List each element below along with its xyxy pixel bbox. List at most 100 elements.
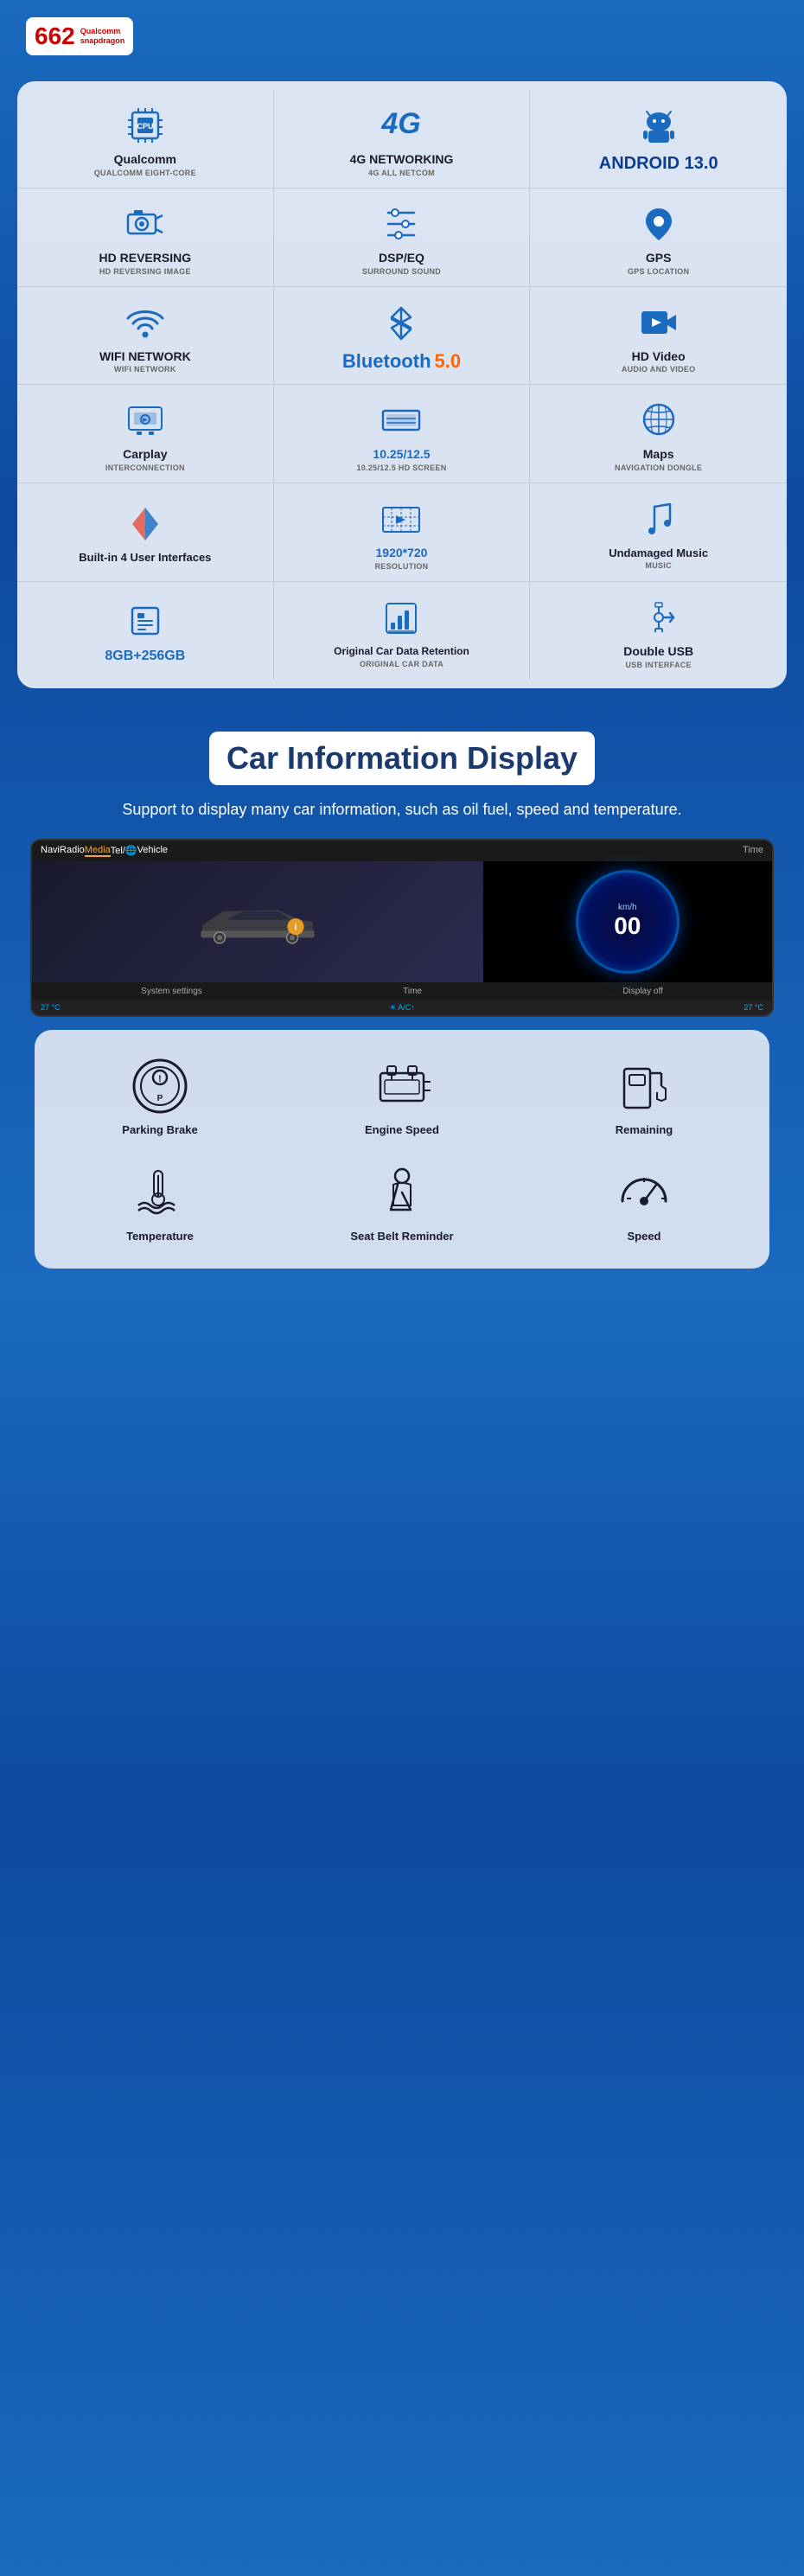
data-icon [375, 597, 427, 640]
car-icons-grid: ! P Parking Brake [43, 1047, 761, 1251]
engine-speed-label: Engine Speed [365, 1123, 439, 1136]
wifi-title: WIFI NETWORK [99, 349, 191, 364]
dashboard-mockup: Navi Radio Media Tel/🌐 Vehicle Time [30, 839, 774, 1017]
ac-status: ☀ A/C↑ [389, 1003, 415, 1013]
temperature-icon [130, 1162, 190, 1223]
maps-icon [633, 399, 685, 442]
hd-video-subtitle: AUDIO AND VIDEO [622, 365, 696, 374]
feature-hd-reversing: HD REVERSING HD REVERSING IMAGE [17, 189, 274, 287]
speed-label: Speed [627, 1230, 660, 1243]
svg-text:CPU: CPU [137, 122, 153, 131]
resolution-icon [375, 497, 427, 540]
feature-bluetooth: Bluetooth 5.0 [274, 287, 531, 386]
storage-title: 8GB+256GB [105, 648, 185, 664]
parking-brake-icon: ! P [130, 1056, 190, 1116]
nav-time: Time [743, 845, 763, 857]
features-card: CPU Qualcomm QUALCOMM EIGHT-CORE [17, 81, 787, 688]
usb-title: Double USB [623, 644, 693, 659]
resolution-subtitle: Resolution [374, 562, 428, 571]
car-icons-card: ! P Parking Brake [35, 1030, 769, 1269]
dashboard-controls: System settings Time Display off [32, 982, 772, 1000]
4g-icon: 4G [375, 104, 427, 147]
android-icon [633, 105, 685, 148]
temp-right: 27 °C [743, 1003, 763, 1013]
qualcomm-title: Qualcomm [114, 152, 176, 167]
dashboard-nav: Navi Radio Media Tel/🌐 Vehicle Time [32, 841, 772, 861]
hd-reversing-subtitle: HD REVERSING IMAGE [99, 267, 191, 276]
feature-dsp: DSP/EQ SURROUND SOUND [274, 189, 531, 287]
speed-icon [614, 1162, 674, 1223]
qualcomm-subtitle: QUALCOMM EIGHT-CORE [94, 169, 196, 177]
camera-icon [119, 202, 171, 246]
dashboard-media: i [32, 861, 483, 982]
feature-carplay: Carplay INTERCONNECTION [17, 385, 274, 483]
feature-screen: 10.25/12.5 10.25/12.5 HD SCREEN [274, 385, 531, 483]
music-icon [633, 498, 685, 541]
nav-tel: Tel/🌐 [111, 845, 137, 857]
svg-text:i: i [294, 922, 297, 932]
dsp-subtitle: SURROUND SOUND [362, 267, 441, 276]
remaining-cell: Remaining [527, 1047, 761, 1145]
carplay-subtitle: INTERCONNECTION [105, 463, 185, 472]
time-control[interactable]: Time [403, 987, 422, 996]
carplay-title: Carplay [123, 447, 167, 462]
nav-media: Media [85, 845, 111, 857]
dsp-title: DSP/EQ [379, 251, 424, 265]
feature-storage: 8GB+256GB [17, 582, 274, 680]
feature-android: ANDROID 13.0 [530, 90, 787, 189]
maps-subtitle: NAVIGATION DONGLE [615, 463, 702, 472]
android-title: ANDROID 13.0 [599, 153, 718, 174]
interfaces-title: Built-in 4 User Interfaces [79, 551, 211, 565]
qualcomm-badge: 662 Qualcomm snapdragon [26, 17, 133, 55]
feature-resolution: 1920*720 Resolution [274, 483, 531, 582]
remaining-icon [614, 1056, 674, 1116]
svg-text:!: ! [158, 1074, 162, 1084]
4g-title: 4G NETWORKING [350, 152, 454, 167]
temperature-cell: Temperature [43, 1154, 277, 1251]
usb-icon [633, 596, 685, 639]
feature-hd-video: HD Video AUDIO AND VIDEO [530, 287, 787, 386]
interfaces-icon [119, 502, 171, 546]
header: 662 Qualcomm snapdragon [0, 0, 804, 73]
screen-subtitle: 10.25/12.5 HD SCREEN [356, 463, 446, 472]
engine-speed-icon [372, 1056, 432, 1116]
storage-icon [119, 599, 171, 642]
svg-text:P: P [157, 1094, 163, 1103]
seat-belt-icon [372, 1162, 432, 1223]
car-data-title: Original Car Data Retention [334, 645, 469, 657]
parking-brake-label: Parking Brake [122, 1123, 197, 1136]
engine-speed-cell: Engine Speed [285, 1047, 519, 1145]
music-title: Undamaged Music [609, 547, 708, 560]
speedometer-circle: km/h 00 [576, 870, 680, 974]
seat-belt-label: Seat Belt Reminder [350, 1230, 453, 1243]
car-info-section: Car Information Display Support to displ… [0, 706, 804, 1290]
feature-qualcomm: CPU Qualcomm QUALCOMM EIGHT-CORE [17, 90, 274, 189]
system-settings[interactable]: System settings [141, 987, 202, 996]
gps-title: GPS [646, 251, 672, 265]
features-grid: CPU Qualcomm QUALCOMM EIGHT-CORE [17, 90, 787, 680]
wifi-subtitle: WIFI NETWORK [114, 365, 176, 374]
seat-belt-cell: Seat Belt Reminder [285, 1154, 519, 1251]
wifi-icon [119, 301, 171, 344]
parking-brake-cell: ! P Parking Brake [43, 1047, 277, 1145]
chip-number: 662 [35, 22, 75, 50]
temperature-label: Temperature [126, 1230, 194, 1243]
car-info-desc: Support to display many car information,… [17, 798, 787, 821]
music-subtitle: MUSIC [645, 561, 672, 570]
feature-interfaces: Built-in 4 User Interfaces [17, 483, 274, 582]
car-info-title: Car Information Display [209, 732, 595, 785]
hd-video-title: HD Video [632, 349, 686, 364]
display-off[interactable]: Display off [622, 987, 663, 996]
equalizer-icon [375, 202, 427, 246]
feature-wifi: WIFI NETWORK WIFI NETWORK [17, 287, 274, 386]
feature-gps: GPS GPS LOCATION [530, 189, 787, 287]
remaining-label: Remaining [616, 1123, 673, 1136]
brand-name: Qualcomm [80, 27, 125, 36]
hd-reversing-title: HD REVERSING [99, 251, 192, 265]
feature-music: Undamaged Music MUSIC [530, 483, 787, 582]
feature-usb: Double USB USB INTERFACE [530, 582, 787, 680]
model-name: snapdragon [80, 36, 125, 46]
dashboard-speedometer: km/h 00 [483, 861, 772, 982]
screen-icon [375, 399, 427, 442]
maps-title: Maps [643, 447, 674, 462]
